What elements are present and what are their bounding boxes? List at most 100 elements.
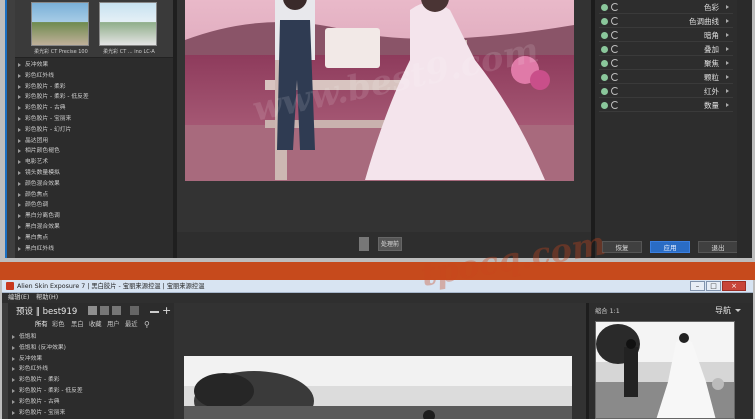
preset-list: 低饱和 低饱和 (反冲效果) 反冲效果 彩色红外线 彩色胶片 - 柔彩 彩色胶片… (8, 332, 174, 418)
navigator-title: 导航 (715, 306, 731, 315)
preset-thumbnail-1[interactable] (31, 2, 89, 46)
search-icon[interactable]: ⚲ (144, 320, 150, 330)
expand-arrow-icon[interactable] (726, 75, 729, 79)
preset-header: 预设 ‖ best919 (16, 307, 78, 317)
enable-toggle-icon[interactable] (601, 102, 608, 109)
preset-item[interactable]: 彩色胶片 - 柔彩 - 低反差 (8, 386, 174, 397)
preset-item[interactable]: 彩色胶片 - 幻灯片 (15, 125, 173, 136)
preset-item[interactable]: 黑白红外线 (15, 244, 173, 255)
navigator-photo-image (596, 322, 734, 418)
reset-cycle-icon[interactable] (611, 101, 619, 109)
adjustment-label: 数量 (704, 101, 719, 110)
adjustment-row-overlay[interactable]: 叠加 (599, 44, 733, 56)
tab-all[interactable]: 所有 (35, 320, 48, 330)
grid-view-icon[interactable] (88, 306, 97, 315)
preset-item[interactable]: 颜色色调 (15, 200, 173, 211)
reset-cycle-icon[interactable] (611, 31, 619, 39)
preset-item[interactable]: 彩色胶片 - 柔彩 (8, 375, 174, 386)
expand-arrow-icon[interactable] (726, 61, 729, 65)
expand-arrow-icon[interactable] (726, 19, 729, 23)
preset-item[interactable]: 彩色红外线 (15, 71, 173, 82)
preset-item[interactable]: 黑白焦点 (15, 233, 173, 244)
preset-item[interactable]: 彩色红外线 (8, 364, 174, 375)
preset-item[interactable]: 彩色胶片 - 宝丽来 (15, 114, 173, 125)
reset-cycle-icon[interactable] (611, 3, 619, 11)
adjustment-row-color[interactable]: 色彩 (599, 2, 733, 14)
compare-toggle-icon[interactable] (359, 237, 369, 251)
expand-arrow-icon[interactable] (726, 33, 729, 37)
preset-item[interactable]: 反冲效果 (15, 60, 173, 71)
preset-item[interactable]: 颜色焦点 (15, 190, 173, 201)
reset-cycle-icon[interactable] (611, 87, 619, 95)
preset-thumbnail-2[interactable] (99, 2, 157, 46)
preset-filter-tabs: 所有 彩色 黑白 收藏 用户 最近 ⚲ (8, 320, 174, 330)
remove-preset-icon[interactable] (150, 311, 159, 313)
tab-color[interactable]: 彩色 (52, 320, 65, 330)
preset-item[interactable]: 反冲效果 (8, 354, 174, 365)
enable-toggle-icon[interactable] (601, 32, 608, 39)
enable-toggle-icon[interactable] (601, 74, 608, 81)
preset-item[interactable]: 彩色胶片 - 古典 (15, 103, 173, 114)
bottom-app-window: Alien Skin Exposure 7 | 黑白胶片 - 宝丽来源控温 | … (2, 280, 753, 419)
adjustment-row-grain[interactable]: 颗粒 (599, 72, 733, 84)
zoom-level[interactable]: 缩合 1:1 (595, 306, 620, 315)
adjustment-row-amount[interactable]: 数量 (599, 100, 733, 112)
expand-arrow-icon[interactable] (726, 5, 729, 9)
expand-arrow-icon[interactable] (726, 89, 729, 93)
menu-edit[interactable]: 编辑(E) (8, 293, 30, 303)
adjustment-row-focus[interactable]: 聚焦 (599, 58, 733, 70)
preset-item[interactable]: 黑白混合效果 (15, 222, 173, 233)
enable-toggle-icon[interactable] (601, 88, 608, 95)
apply-button[interactable]: 应用 (650, 241, 690, 253)
adjustment-label: 红外 (704, 87, 719, 96)
screenshot: 柔光彩 CT Precise 100 柔光彩 CT ... ino LC-A 反… (0, 0, 755, 419)
tab-recent[interactable]: 最近 (125, 320, 138, 330)
list-view-icon[interactable] (112, 306, 121, 315)
preset-item[interactable]: 电影艺术 (15, 157, 173, 168)
preset-item[interactable]: 镜头数量模拟 (15, 168, 173, 179)
preset-item[interactable]: 彩色胶片 - 柔彩 (15, 82, 173, 93)
preset-item[interactable]: 低饱和 (反冲效果) (8, 343, 174, 354)
preset-item[interactable]: 晶达团用 (15, 136, 173, 147)
menu-help[interactable]: 帮助(H) (36, 293, 58, 303)
reset-cycle-icon[interactable] (611, 59, 619, 67)
adjustment-label: 色调曲线 (689, 17, 719, 26)
exit-button[interactable]: 退出 (698, 241, 738, 253)
preset-item[interactable]: 相片颜色褪色 (15, 146, 173, 157)
before-after-button[interactable]: 处理前 (378, 237, 402, 251)
add-preset-icon[interactable]: + (162, 305, 172, 316)
expand-arrow-icon[interactable] (726, 47, 729, 51)
chevron-down-icon[interactable] (735, 309, 741, 312)
maximize-button[interactable]: □ (706, 281, 721, 291)
reset-button[interactable]: 恢复 (602, 241, 642, 253)
preset-item[interactable]: 彩色胶片 - 柔彩 - 低反差 (15, 92, 173, 103)
navigator-panel: 缩合 1:1 导航 (586, 303, 753, 419)
thumbnail-view-icon[interactable] (100, 306, 109, 315)
adjustment-row-infrared[interactable]: 红外 (599, 86, 733, 98)
enable-toggle-icon[interactable] (601, 18, 608, 25)
adjustment-label: 暗角 (704, 31, 719, 40)
reset-cycle-icon[interactable] (611, 17, 619, 25)
tab-user[interactable]: 用户 (107, 320, 120, 330)
navigator-thumbnail[interactable] (595, 321, 735, 419)
enable-toggle-icon[interactable] (601, 4, 608, 11)
adjustment-label: 叠加 (704, 45, 719, 54)
expand-arrow-icon[interactable] (726, 103, 729, 107)
reset-cycle-icon[interactable] (611, 45, 619, 53)
menu-bar: 编辑(E) 帮助(H) (2, 293, 753, 303)
preset-item[interactable]: 彩色胶片 - 古典 (8, 397, 174, 408)
preset-item[interactable]: 黑白分离色调 (15, 211, 173, 222)
adjustment-row-vignette[interactable]: 暗角 (599, 30, 733, 42)
tab-favorites[interactable]: 收藏 (89, 320, 102, 330)
minimize-button[interactable]: – (690, 281, 705, 291)
preset-item[interactable]: 颜色混合效果 (15, 179, 173, 190)
reset-cycle-icon[interactable] (611, 73, 619, 81)
enable-toggle-icon[interactable] (601, 60, 608, 67)
tab-bw[interactable]: 黑白 (71, 320, 84, 330)
adjustment-row-tone-curve[interactable]: 色调曲线 (599, 16, 733, 28)
close-button[interactable]: × (722, 281, 746, 291)
preset-item[interactable]: 彩色胶片 - 宝丽来 (8, 408, 174, 419)
collapse-icon[interactable] (130, 306, 139, 315)
enable-toggle-icon[interactable] (601, 46, 608, 53)
preset-item[interactable]: 低饱和 (8, 332, 174, 343)
